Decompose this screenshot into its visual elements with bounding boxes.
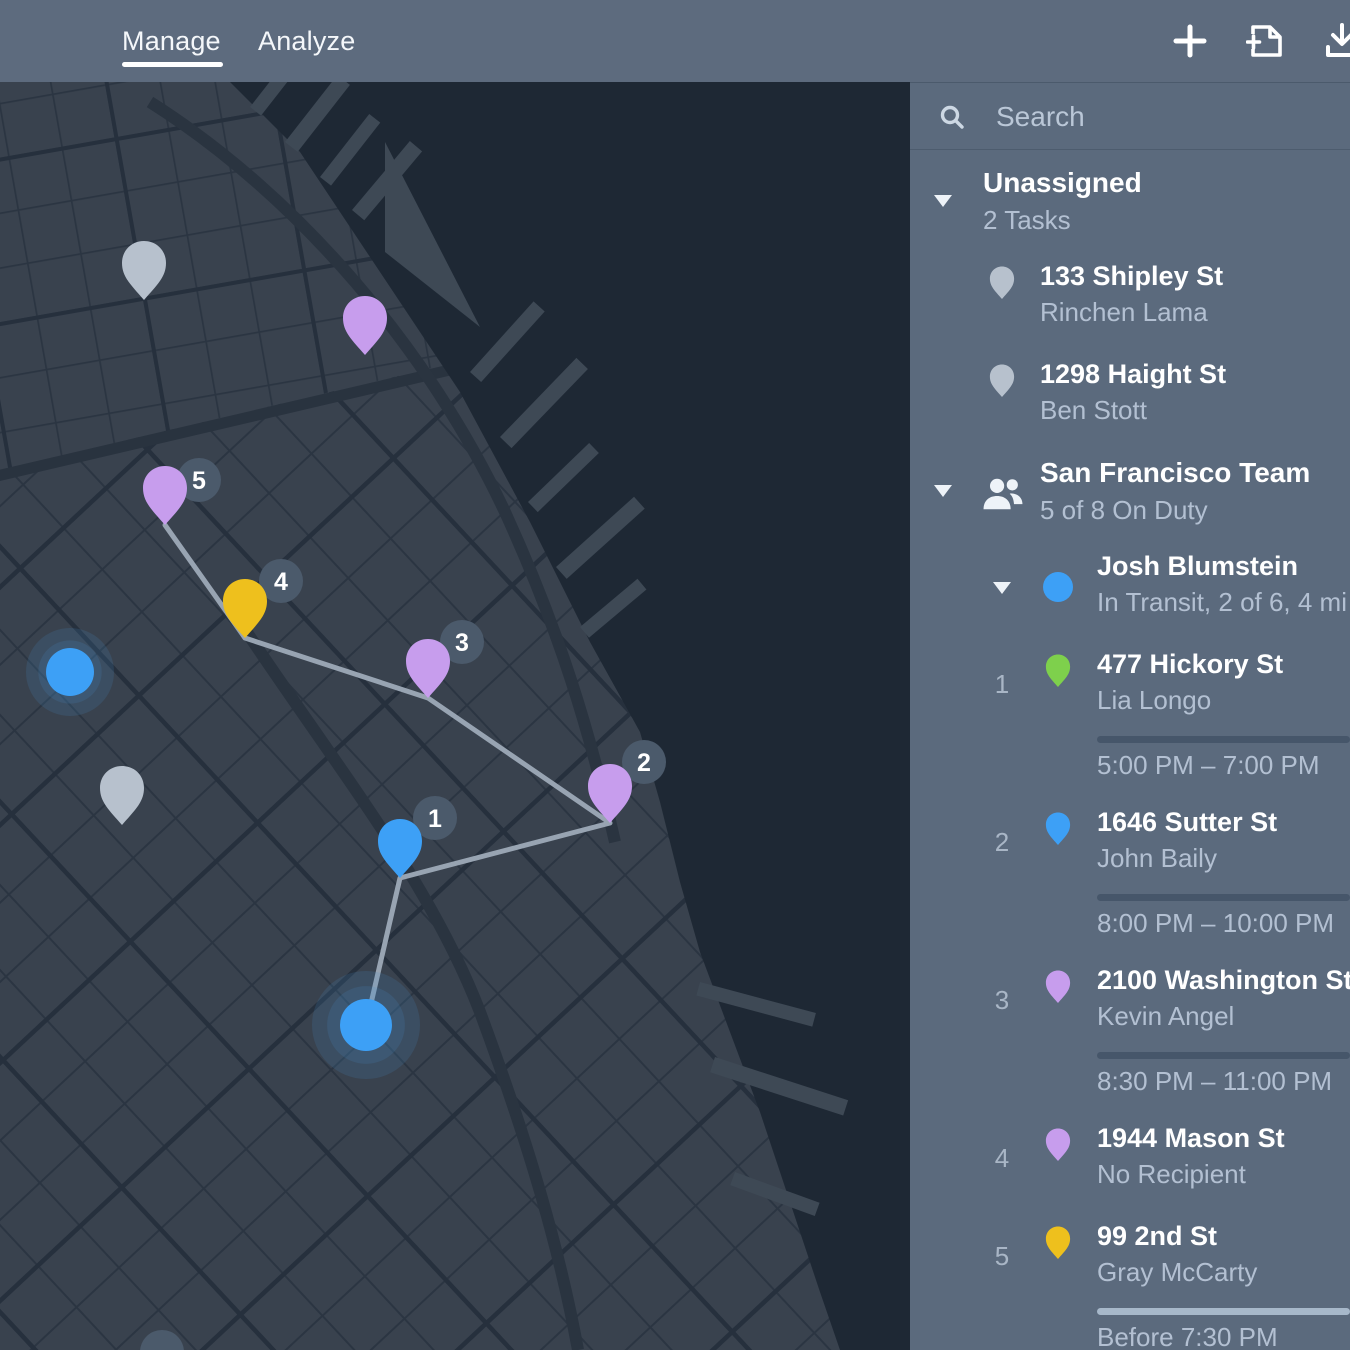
task-address[interactable]: 1944 Mason St xyxy=(1097,1123,1285,1154)
time-window-bar xyxy=(1097,894,1350,901)
tab-manage[interactable]: Manage xyxy=(122,0,221,82)
task-recipient: Rinchen Lama xyxy=(1040,297,1208,328)
dispatch-app: Manage Analyze xyxy=(0,0,1350,1350)
time-window: Before 7:30 PM xyxy=(1097,1322,1278,1350)
plus-icon[interactable] xyxy=(1170,21,1210,61)
import-tasks-icon[interactable] xyxy=(1246,21,1286,61)
time-window-bar xyxy=(1097,1052,1350,1059)
task-number: 3 xyxy=(987,985,1017,1016)
download-icon[interactable] xyxy=(1322,21,1350,61)
section-subtitle-1: 5 of 8 On Duty xyxy=(1040,495,1208,526)
time-window: 5:00 PM – 7:00 PM xyxy=(1097,750,1320,781)
section-subtitle-0: 2 Tasks xyxy=(983,205,1071,236)
task-address[interactable]: 99 2nd St xyxy=(1097,1221,1217,1252)
stop-number-label: 4 xyxy=(274,568,288,596)
task-address[interactable]: 477 Hickory St xyxy=(1097,649,1283,680)
driver-name[interactable]: Josh Blumstein xyxy=(1097,551,1298,582)
task-recipient: Kevin Angel xyxy=(1097,1001,1234,1032)
task-pin-icon xyxy=(1045,653,1071,687)
active-tab-underline xyxy=(122,62,223,67)
search-icon xyxy=(939,104,965,130)
section-collapse-toggle[interactable] xyxy=(934,195,952,207)
time-window: 8:00 PM – 10:00 PM xyxy=(1097,908,1334,939)
task-pin-icon xyxy=(1045,969,1071,1003)
time-window-bar xyxy=(1097,1308,1350,1315)
task-pin-icon xyxy=(1045,811,1071,845)
section-title-0[interactable]: Unassigned xyxy=(983,167,1142,199)
task-pin-icon xyxy=(989,363,1015,397)
driver-location-dot[interactable] xyxy=(340,999,392,1051)
section-title-1[interactable]: San Francisco Team xyxy=(1040,457,1310,489)
section-collapse-toggle[interactable] xyxy=(934,485,952,497)
stop-number-label: 5 xyxy=(192,467,206,495)
task-sidebar: Unassigned 2 Tasks 133 Shipley St Rinchen L… xyxy=(910,82,1350,1350)
task-number: 2 xyxy=(987,827,1017,858)
task-number: 1 xyxy=(987,669,1017,700)
task-recipient: Lia Longo xyxy=(1097,685,1211,716)
top-bar: Manage Analyze xyxy=(0,0,1350,82)
search-bar[interactable] xyxy=(910,83,1350,150)
task-pin-icon xyxy=(1045,1225,1071,1259)
tab-analyze[interactable]: Analyze xyxy=(258,0,355,82)
task-recipient: No Recipient xyxy=(1097,1159,1246,1190)
task-number: 4 xyxy=(987,1143,1017,1174)
task-address[interactable]: 2100 Washington St xyxy=(1097,965,1350,996)
task-address[interactable]: 1646 Sutter St xyxy=(1097,807,1277,838)
people-icon xyxy=(981,477,1025,511)
driver-status: In Transit, 2 of 6, 4 mi xyxy=(1097,587,1347,618)
stop-number-label: 2 xyxy=(637,749,651,777)
task-pin-icon xyxy=(1045,1127,1071,1161)
task-address[interactable]: 133 Shipley St xyxy=(1040,261,1223,292)
stop-number-label: 1 xyxy=(428,805,442,833)
stop-number-label: 3 xyxy=(455,629,469,657)
map-canvas[interactable]: 1 2 3 4 5 xyxy=(0,82,910,1350)
task-address[interactable]: 1298 Haight St xyxy=(1040,359,1226,390)
search-input[interactable] xyxy=(994,95,1328,139)
driver-collapse-toggle[interactable] xyxy=(993,582,1011,594)
task-list: Unassigned 2 Tasks 133 Shipley St Rinchen L… xyxy=(910,83,1350,1350)
task-pin-icon xyxy=(989,265,1015,299)
time-window-bar xyxy=(1097,736,1350,743)
task-recipient: Ben Stott xyxy=(1040,395,1147,426)
task-recipient: Gray McCarty xyxy=(1097,1257,1257,1288)
task-number: 5 xyxy=(987,1241,1017,1272)
driver-status-dot xyxy=(1043,572,1073,602)
driver-location-dot[interactable] xyxy=(46,648,94,696)
time-window: 8:30 PM – 11:00 PM xyxy=(1097,1066,1332,1097)
task-recipient: John Baily xyxy=(1097,843,1217,874)
